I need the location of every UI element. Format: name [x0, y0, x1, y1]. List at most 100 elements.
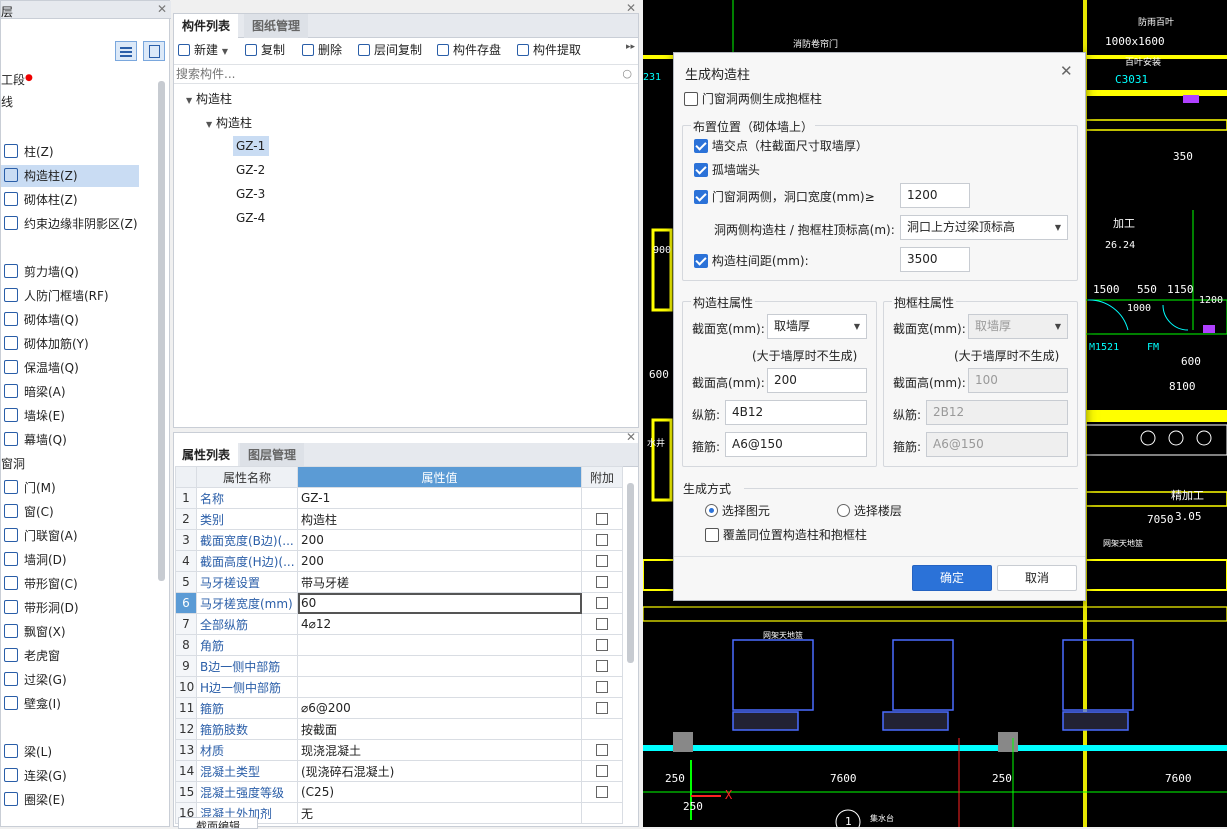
table-row[interactable]: 8 角筋: [175, 634, 623, 656]
checkbox[interactable]: [596, 702, 608, 714]
checkbox[interactable]: [596, 765, 608, 777]
tab-drawing-management[interactable]: 图纸管理: [244, 14, 309, 38]
table-row[interactable]: 15 混凝土强度等级 (C25): [175, 781, 623, 803]
table-row[interactable]: 14 混凝土类型 (现浇碎石混凝土): [175, 760, 623, 782]
table-row[interactable]: 4 截面高度(H边)(... 200: [175, 550, 623, 572]
tab-component-list[interactable]: 构件列表: [174, 14, 239, 38]
nav-item-beam-1[interactable]: 连梁(G): [1, 765, 151, 787]
radio-select-element[interactable]: 选择图元: [705, 502, 770, 519]
tree-leaf[interactable]: GZ-4: [233, 208, 269, 228]
more-tools-icon[interactable]: ▸▸: [626, 42, 635, 52]
gz-long-rebar-input[interactable]: 4B12: [725, 400, 867, 425]
checkbox[interactable]: [596, 786, 608, 798]
nav-item-segment[interactable]: 工段●: [1, 67, 33, 89]
tab-section-edit[interactable]: 截面编辑: [178, 817, 258, 829]
checkbox-checked[interactable]: [694, 190, 708, 204]
tree-leaf[interactable]: GZ-3: [233, 184, 269, 204]
radio-checked[interactable]: [705, 504, 718, 517]
checkbox[interactable]: [684, 92, 698, 106]
nav-item-opening-5[interactable]: 带形洞(D): [1, 597, 151, 619]
property-value[interactable]: (现浇碎石混凝土): [297, 760, 582, 782]
nav-item-wall-3[interactable]: 砌体加筋(Y): [1, 333, 151, 355]
checkbox[interactable]: [596, 597, 608, 609]
nav-item-column-2[interactable]: 砌体柱(Z): [1, 189, 151, 211]
nav-item-opening-0[interactable]: 门(M): [1, 477, 151, 499]
wall-intersection-option[interactable]: 墙交点（柱截面尺寸取墙厚）: [694, 137, 868, 154]
door-window-frame-option[interactable]: 门窗洞两侧生成抱框柱: [684, 90, 822, 107]
checkbox-checked[interactable]: [694, 139, 708, 153]
opening-width-input[interactable]: 1200: [900, 183, 970, 208]
tab-property-list[interactable]: 属性列表: [174, 443, 239, 467]
new-button[interactable]: 新建 ▼: [178, 40, 228, 60]
table-row[interactable]: 11 箍筋 ⌀6@200: [175, 697, 623, 719]
property-value[interactable]: 4⌀12: [297, 613, 582, 635]
save-component-button[interactable]: 构件存盘: [437, 40, 501, 60]
tree-root[interactable]: ▼ 构造柱: [186, 90, 232, 107]
checkbox[interactable]: [596, 534, 608, 546]
table-row[interactable]: 9 B边一侧中部筋: [175, 655, 623, 677]
nav-item-column-1[interactable]: 构造柱(Z): [1, 165, 139, 187]
table-row[interactable]: 13 材质 现浇混凝土: [175, 739, 623, 761]
nav-item-opening-1[interactable]: 窗(C): [1, 501, 151, 523]
checkbox[interactable]: [705, 528, 719, 542]
nav-item-wall-0[interactable]: 剪力墙(Q): [1, 261, 151, 283]
search-input[interactable]: [174, 65, 604, 83]
nav-item-column-0[interactable]: 柱(Z): [1, 141, 151, 163]
isolated-wall-end-option[interactable]: 孤墙端头: [694, 161, 760, 178]
checkbox[interactable]: [596, 576, 608, 588]
tab-layer-management[interactable]: 图层管理: [240, 443, 305, 467]
tree-child[interactable]: ▼ 构造柱: [206, 114, 252, 131]
floor-copy-button[interactable]: 层间复制: [358, 40, 422, 60]
checkbox[interactable]: [596, 513, 608, 525]
gz-stirrup-input[interactable]: A6@150: [725, 432, 867, 457]
checkbox[interactable]: [596, 555, 608, 567]
copy-button[interactable]: 复制: [245, 40, 285, 60]
delete-button[interactable]: 删除: [302, 40, 342, 60]
nav-item-wall-7[interactable]: 幕墙(Q): [1, 429, 151, 451]
property-value[interactable]: ⌀6@200: [297, 697, 582, 719]
opening-sides-option[interactable]: 门窗洞两侧，洞口宽度(mm)≥: [694, 188, 875, 205]
checkbox-checked[interactable]: [694, 163, 708, 177]
tree-leaf[interactable]: GZ-1: [233, 136, 269, 156]
cancel-button[interactable]: 取消: [997, 565, 1077, 591]
nav-item-opening-9[interactable]: 壁龛(I): [1, 693, 151, 715]
table-row[interactable]: 5 马牙槎设置 带马牙槎: [175, 571, 623, 593]
nav-item-opening-4[interactable]: 带形窗(C): [1, 573, 151, 595]
nav-item-opening-8[interactable]: 过梁(G): [1, 669, 151, 691]
nav-item-opening-6[interactable]: 飘窗(X): [1, 621, 151, 643]
property-value[interactable]: [297, 655, 582, 677]
property-scrollbar[interactable]: [627, 483, 634, 663]
property-value[interactable]: 60: [297, 592, 582, 614]
gz-height-input[interactable]: 200: [767, 368, 867, 393]
close-icon[interactable]: ✕: [157, 2, 167, 16]
gz-width-select[interactable]: 取墙厚 ▼: [767, 314, 867, 339]
nav-item-beam-0[interactable]: 梁(L): [1, 741, 151, 763]
nav-item-column-3[interactable]: 约束边缘非阴影区(Z): [1, 213, 151, 235]
top-elevation-select[interactable]: 洞口上方过梁顶标高 ▼: [900, 215, 1068, 240]
checkbox[interactable]: [596, 618, 608, 630]
close-icon[interactable]: ✕: [626, 430, 636, 444]
table-row[interactable]: 2 类别 构造柱: [175, 508, 623, 530]
checkbox[interactable]: [596, 744, 608, 756]
nav-item-wall-5[interactable]: 暗梁(A): [1, 381, 151, 403]
property-value[interactable]: 无: [297, 802, 582, 824]
checkbox[interactable]: [596, 681, 608, 693]
ok-button[interactable]: 确定: [912, 565, 992, 591]
table-row[interactable]: 1 名称 GZ-1: [175, 487, 623, 509]
property-value[interactable]: GZ-1: [297, 487, 582, 509]
override-option[interactable]: 覆盖同位置构造柱和抱框柱: [705, 526, 867, 543]
nav-item-line[interactable]: 线: [1, 91, 13, 113]
close-icon[interactable]: ✕: [626, 1, 636, 15]
close-icon[interactable]: ✕: [1060, 62, 1073, 80]
nav-item-opening-3[interactable]: 墙洞(D): [1, 549, 151, 571]
spacing-input[interactable]: 3500: [900, 247, 970, 272]
checkbox[interactable]: [596, 639, 608, 651]
table-row[interactable]: 7 全部纵筋 4⌀12: [175, 613, 623, 635]
nav-item-opening-7[interactable]: 老虎窗: [1, 645, 151, 667]
nav-item-wall-1[interactable]: 人防门框墙(RF): [1, 285, 151, 307]
table-row[interactable]: 6 马牙槎宽度(mm) 60: [175, 592, 623, 614]
radio[interactable]: [837, 504, 850, 517]
component-search[interactable]: ○: [174, 64, 638, 84]
radio-select-floor[interactable]: 选择楼层: [837, 502, 902, 519]
table-row[interactable]: 3 截面宽度(B边)(... 200: [175, 529, 623, 551]
